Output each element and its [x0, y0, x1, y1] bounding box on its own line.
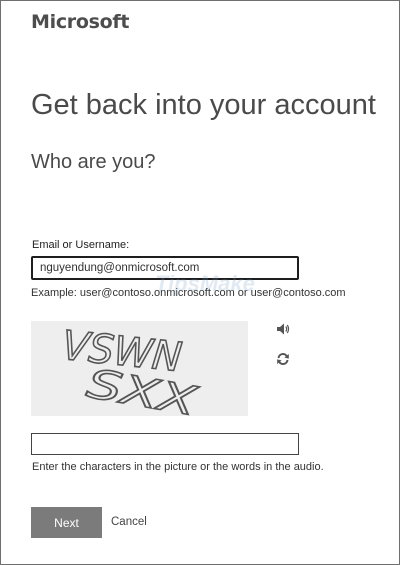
email-label: Email or Username: [32, 239, 130, 251]
page-subtitle: Who are you? [31, 151, 156, 173]
page-frame: Microsoft Get back into your account Who… [0, 0, 400, 565]
captcha-input[interactable] [31, 433, 299, 455]
microsoft-logo: Microsoft [31, 11, 130, 33]
next-button[interactable]: Next [31, 507, 102, 538]
page-title: Get back into your account [31, 89, 376, 121]
email-example-text: Example: user@contoso.onmicrosoft.com or… [31, 287, 346, 299]
cancel-link[interactable]: Cancel [111, 516, 147, 528]
speaker-icon[interactable] [276, 322, 290, 336]
email-field[interactable] [31, 256, 299, 280]
refresh-icon[interactable] [276, 352, 290, 366]
captcha-hint: Enter the characters in the picture or t… [32, 461, 324, 473]
captcha-image: VSWN SXX [31, 321, 248, 416]
